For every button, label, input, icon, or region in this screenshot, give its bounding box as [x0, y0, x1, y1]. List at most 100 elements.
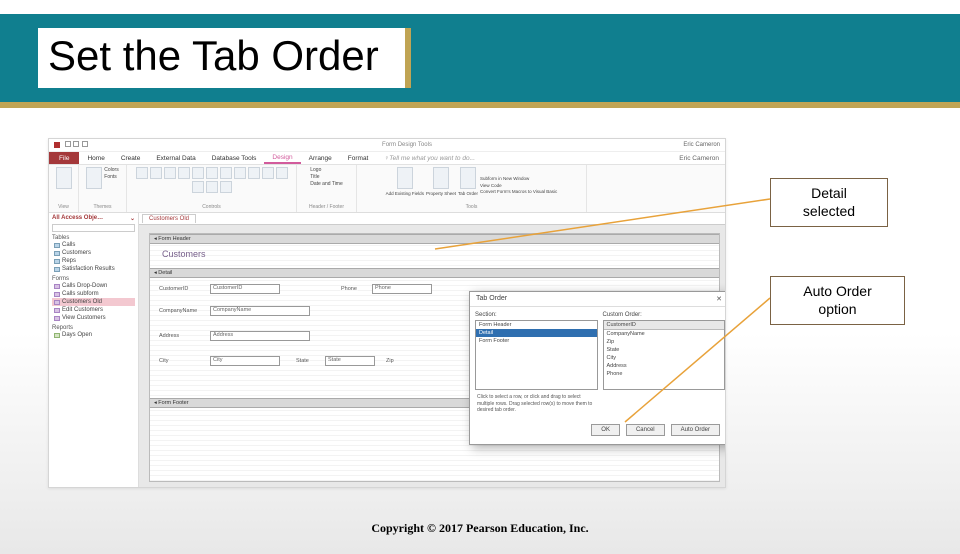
control-icon[interactable]: [150, 167, 162, 179]
ok-button[interactable]: OK: [591, 424, 620, 436]
nav-item-form[interactable]: Edit Customers: [52, 306, 135, 314]
nav-item-form[interactable]: View Customers: [52, 314, 135, 322]
order-row[interactable]: Address: [604, 362, 725, 370]
document-tab[interactable]: Customers Old: [142, 214, 196, 223]
callout-auto-order: Auto Order option: [770, 276, 905, 325]
nav-item-satisfaction[interactable]: Satisfaction Results: [52, 265, 135, 273]
viewcode-btn[interactable]: View Code: [480, 183, 557, 190]
band-detail[interactable]: ◂ Detail: [150, 268, 719, 278]
control-icon[interactable]: [262, 167, 274, 179]
field-customerid[interactable]: CustomerID: [210, 284, 280, 294]
group-controls: Controls: [202, 204, 221, 210]
label-customerid[interactable]: CustomerID: [158, 286, 189, 292]
tell-me-text: Tell me what you want to do...: [389, 155, 475, 162]
property-sheet-icon[interactable]: [433, 167, 449, 189]
ribbon-file-tab[interactable]: File: [49, 152, 79, 164]
tab-order-icon[interactable]: [460, 167, 476, 189]
control-icon[interactable]: [136, 167, 148, 179]
section-list[interactable]: Form Header Detail Form Footer: [475, 320, 598, 390]
navigation-pane[interactable]: All Access Obje…⌄ Tables Calls Customers…: [49, 213, 139, 487]
section-label: Section:: [475, 312, 598, 318]
ribbon-tab-dbtools[interactable]: Database Tools: [204, 152, 265, 164]
nav-label: Calls Drop-Down: [62, 283, 107, 289]
fonts-btn[interactable]: Fonts: [104, 174, 118, 180]
cancel-button[interactable]: Cancel: [626, 424, 665, 436]
label-state[interactable]: State: [295, 358, 310, 364]
convert-btn[interactable]: Convert Form's Macros to Visual Basic: [480, 189, 557, 196]
order-row[interactable]: CompanyName: [604, 330, 725, 338]
tab-order-dialog[interactable]: Tab Order ✕ Section: Form Header Detail …: [469, 291, 725, 445]
control-icon[interactable]: [192, 167, 204, 179]
label-zip[interactable]: Zip: [385, 358, 395, 364]
label-companyname[interactable]: CompanyName: [158, 308, 198, 314]
nav-item-customers-old[interactable]: Customers Old: [52, 298, 135, 306]
ribbon-tab-external[interactable]: External Data: [148, 152, 203, 164]
subform-btn[interactable]: Subform in New Window: [480, 176, 557, 183]
ribbon-tab-home[interactable]: Home: [79, 152, 112, 164]
order-row[interactable]: Zip: [604, 338, 725, 346]
qat-redo-icon[interactable]: [82, 141, 88, 147]
nav-item-customers[interactable]: Customers: [52, 249, 135, 257]
qat-save-icon[interactable]: [65, 141, 71, 147]
themes-icon[interactable]: [86, 167, 102, 189]
nav-label: Days Open: [62, 332, 92, 338]
control-icon[interactable]: [234, 167, 246, 179]
title-banner: Set the Tab Order: [0, 14, 960, 108]
control-icon[interactable]: [206, 181, 218, 193]
label-address[interactable]: Address: [158, 333, 180, 339]
control-icon[interactable]: [248, 167, 260, 179]
order-row[interactable]: State: [604, 346, 725, 354]
order-row[interactable]: City: [604, 354, 725, 362]
auto-order-button[interactable]: Auto Order: [671, 424, 720, 436]
close-icon[interactable]: ✕: [714, 295, 724, 303]
slide-title: Set the Tab Order: [38, 28, 411, 88]
table-icon: [54, 251, 60, 256]
dialog-titlebar[interactable]: Tab Order ✕: [470, 292, 725, 307]
label-city[interactable]: City: [158, 358, 169, 364]
field-state[interactable]: State: [325, 356, 375, 366]
access-screenshot: Form Design Tools Eric Cameron File Home…: [48, 138, 726, 488]
nav-title[interactable]: All Access Obje…⌄: [52, 215, 135, 222]
section-row[interactable]: Form Footer: [476, 337, 597, 345]
nav-item-form[interactable]: Calls subform: [52, 290, 135, 298]
control-icon[interactable]: [220, 167, 232, 179]
control-icon[interactable]: [192, 181, 204, 193]
ribbon-tab-format[interactable]: Format: [340, 152, 377, 164]
field-city[interactable]: City: [210, 356, 280, 366]
control-icon[interactable]: [206, 167, 218, 179]
band-form-header[interactable]: ◂ Form Header: [150, 234, 719, 244]
nav-item-reps[interactable]: Reps: [52, 257, 135, 265]
field-companyname[interactable]: CompanyName: [210, 306, 310, 316]
order-row[interactable]: Phone: [604, 370, 725, 378]
field-address[interactable]: Address: [210, 331, 310, 341]
control-icon[interactable]: [220, 181, 232, 193]
tell-me[interactable]: ♀ Tell me what you want to do...: [376, 152, 483, 164]
field-phone[interactable]: Phone: [372, 284, 432, 294]
add-existing-icon[interactable]: [397, 167, 413, 189]
nav-search-input[interactable]: [52, 224, 135, 232]
control-icon[interactable]: [178, 167, 190, 179]
nav-item-form[interactable]: Calls Drop-Down: [52, 282, 135, 290]
ribbon-tab-design[interactable]: Design: [264, 152, 300, 164]
control-icon[interactable]: [276, 167, 288, 179]
datetime-btn[interactable]: Date and Time: [310, 181, 343, 188]
nav-label: Edit Customers: [62, 307, 103, 313]
nav-item-calls[interactable]: Calls: [52, 241, 135, 249]
nav-item-report[interactable]: Days Open: [52, 331, 135, 339]
section-row[interactable]: Form Header: [476, 321, 597, 329]
group-headerfooter: Header / Footer: [309, 204, 344, 210]
colors-btn[interactable]: Colors: [104, 167, 118, 173]
label-phone[interactable]: Phone: [340, 286, 358, 292]
custom-order-list[interactable]: CustomerID CompanyName Zip State City Ad…: [603, 320, 726, 390]
view-icon[interactable]: [56, 167, 72, 189]
form-title-label[interactable]: Customers: [162, 249, 206, 259]
order-row[interactable]: CustomerID: [604, 321, 725, 330]
title-btn[interactable]: Title: [310, 174, 343, 181]
form-icon: [54, 308, 60, 313]
control-icon[interactable]: [164, 167, 176, 179]
ribbon-tab-arrange[interactable]: Arrange: [301, 152, 340, 164]
section-row-detail[interactable]: Detail: [476, 329, 597, 337]
ribbon-tab-create[interactable]: Create: [113, 152, 149, 164]
qat-undo-icon[interactable]: [73, 141, 79, 147]
logo-btn[interactable]: Logo: [310, 167, 343, 174]
